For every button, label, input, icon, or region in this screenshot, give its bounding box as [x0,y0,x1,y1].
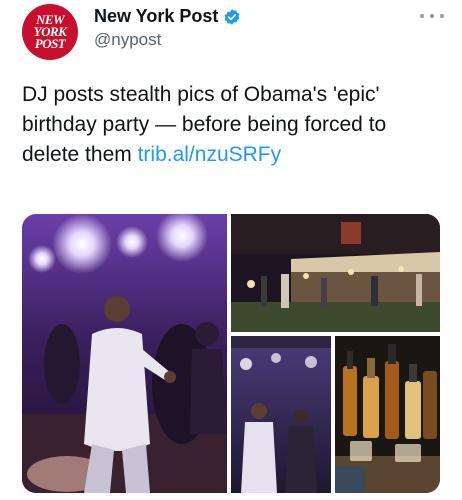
more-options-icon[interactable] [420,10,444,22]
tweet-text: DJ posts stealth pics of Obama's 'epic' … [22,80,442,170]
tweet-header: NEW YORK POST New York Post @nypost [0,0,462,70]
media-grid [22,214,440,493]
account-handle[interactable]: @nypost [94,30,161,50]
dance-floor-screenshot-photo[interactable] [231,336,331,493]
account-name-row: New York Post [94,6,241,27]
liquor-bottles-bar-photo[interactable] [335,336,440,493]
performer-on-stage-photo[interactable] [22,214,227,493]
avatar[interactable]: NEW YORK POST [22,4,78,60]
outdoor-party-tent-photo[interactable] [231,214,440,332]
account-name[interactable]: New York Post [94,6,218,27]
tweet-link[interactable]: trib.al/nzuSRFy [138,143,282,166]
logo-line-post: POST [34,36,66,51]
verified-badge-icon [225,8,240,25]
